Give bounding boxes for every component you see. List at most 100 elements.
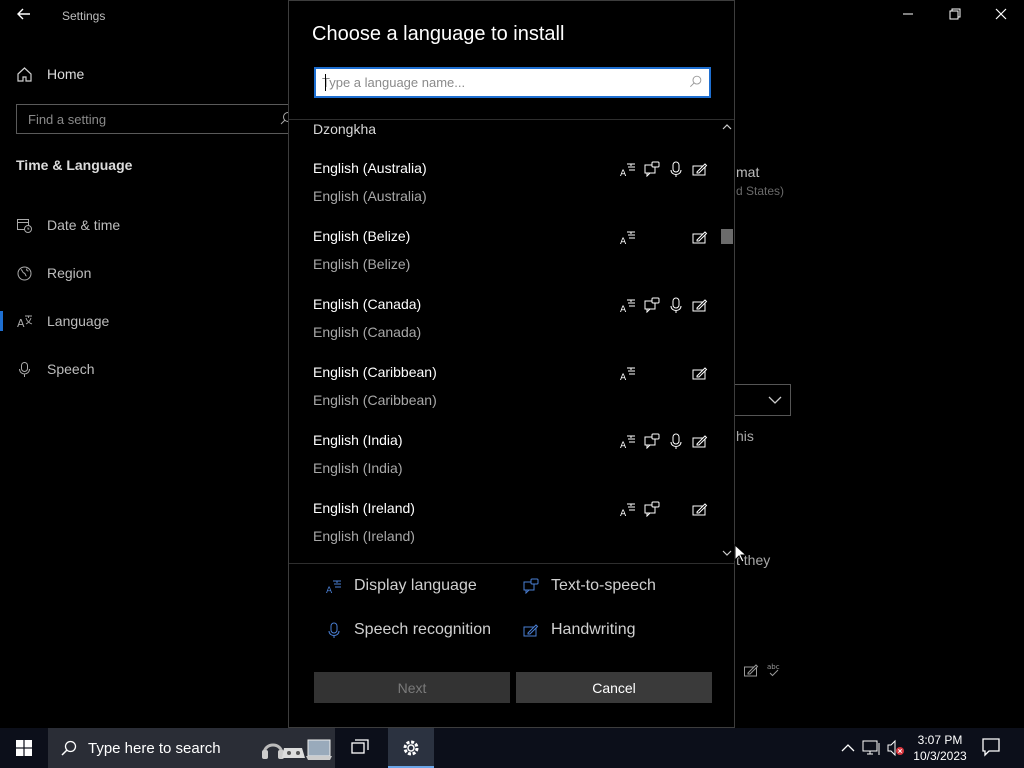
microphone-icon xyxy=(19,361,30,377)
chevron-up-icon xyxy=(841,744,855,752)
this-text-fragment: his xyxy=(736,428,754,444)
chevron-down-icon xyxy=(768,396,782,404)
window-title: Settings xyxy=(62,9,106,23)
find-setting-placeholder: Find a setting xyxy=(28,112,107,127)
text-caret xyxy=(325,74,326,91)
cancel-button[interactable]: Cancel xyxy=(516,672,712,703)
language-search-input[interactable] xyxy=(322,72,682,93)
speech-recognition-icon xyxy=(668,161,684,177)
gear-icon xyxy=(403,740,419,756)
text-to-speech-icon xyxy=(644,297,660,313)
legend-label: Text-to-speech xyxy=(551,577,656,594)
language-list[interactable]: Dzongkha English (Australia) English (Au… xyxy=(289,120,719,562)
legend-label: Speech recognition xyxy=(354,621,491,638)
svg-text:A: A xyxy=(620,169,627,177)
scrollbar-thumb[interactable] xyxy=(721,229,733,244)
language-item-english-australia[interactable]: English (Australia) English (Australia) … xyxy=(289,160,719,228)
language-item-english-caribbean[interactable]: English (Caribbean) English (Caribbean) … xyxy=(289,364,719,432)
network-icon xyxy=(862,740,880,755)
spellcheck-icon: abc xyxy=(767,663,780,677)
text-to-speech-icon xyxy=(644,161,660,177)
nav-item-speech[interactable]: Speech xyxy=(16,358,94,380)
task-view-button[interactable] xyxy=(340,728,380,768)
handwriting-icon xyxy=(692,501,708,517)
svg-text:A: A xyxy=(620,305,627,313)
scroll-up-icon[interactable] xyxy=(721,122,733,132)
language-english-name: English (Australia) xyxy=(313,188,427,204)
text-to-speech-icon xyxy=(644,501,660,517)
legend-speech-recognition: Speech recognition xyxy=(326,621,491,639)
volume-muted-icon xyxy=(887,739,904,757)
home-icon xyxy=(17,66,32,82)
next-button[interactable]: Next xyxy=(314,672,510,703)
nav-item-region[interactable]: Region xyxy=(16,262,91,284)
minimize-icon[interactable] xyxy=(893,4,923,28)
display-language-icon: A xyxy=(620,501,636,517)
show-hidden-icons-button[interactable] xyxy=(838,738,858,758)
handwriting-icon xyxy=(523,624,539,637)
back-arrow-icon[interactable] xyxy=(14,6,34,26)
legend-handwriting: Handwriting xyxy=(523,621,635,639)
svg-text:A: A xyxy=(326,586,333,594)
svg-text:A: A xyxy=(620,237,627,245)
home-nav-item[interactable]: Home xyxy=(16,63,84,85)
nav-item-date-time[interactable]: Date & time xyxy=(16,214,120,236)
find-setting-field[interactable]: Find a setting xyxy=(16,104,301,134)
svg-text:A: A xyxy=(620,509,627,517)
calendar-clock-icon xyxy=(17,218,32,233)
language-english-name: English (Canada) xyxy=(313,324,422,340)
task-view-icon xyxy=(351,739,369,754)
language-native-name: Dzongkha xyxy=(313,121,377,137)
language-list-scrollbar[interactable] xyxy=(719,120,735,562)
language-native-name: English (Canada) xyxy=(313,296,422,312)
mouse-cursor-icon xyxy=(734,544,748,563)
start-button[interactable] xyxy=(0,728,48,768)
search-icon[interactable] xyxy=(688,74,703,89)
language-item-english-canada[interactable]: English (Canada) English (Canada) A xyxy=(289,296,719,364)
region-text-fragment: d States) xyxy=(736,184,785,198)
windows-logo-icon xyxy=(16,740,32,756)
legend-display-language: A Display language xyxy=(326,577,477,595)
background-dropdown[interactable] xyxy=(735,384,791,416)
format-text-fragment: mat xyxy=(736,164,760,180)
language-item-english-india[interactable]: English (India) English (India) A xyxy=(289,432,719,500)
volume-tray-button[interactable] xyxy=(886,738,906,758)
handwriting-icon xyxy=(692,433,708,449)
nav-label-language: Language xyxy=(47,313,110,329)
display-language-icon: A xyxy=(620,161,636,177)
language-english-name: English (Belize) xyxy=(313,256,411,272)
action-center-button[interactable] xyxy=(980,736,1002,763)
handwriting-icon xyxy=(744,664,759,677)
close-icon[interactable] xyxy=(986,4,1016,28)
language-search-box[interactable] xyxy=(314,67,711,98)
svg-text:A: A xyxy=(17,317,25,330)
clock-area[interactable]: 3:07 PM 10/3/2023 xyxy=(905,732,975,764)
svg-text:A: A xyxy=(620,441,627,449)
display-language-icon: A xyxy=(620,229,636,245)
language-item-english-belize[interactable]: English (Belize) English (Belize) A xyxy=(289,228,719,296)
svg-text:abc: abc xyxy=(767,663,780,671)
handwriting-icon xyxy=(692,297,708,313)
language-item-english-ireland[interactable]: English (Ireland) English (Ireland) A xyxy=(289,500,719,562)
scroll-down-icon[interactable] xyxy=(721,548,733,558)
network-tray-button[interactable] xyxy=(862,738,882,758)
display-language-icon: A xyxy=(326,580,341,594)
language-english-name: English (Ireland) xyxy=(313,528,415,544)
display-language-icon: A xyxy=(620,433,636,449)
section-title: Time & Language xyxy=(16,157,133,173)
legend-text-to-speech: Text-to-speech xyxy=(523,577,656,595)
notification-icon xyxy=(982,738,1000,757)
taskbar-settings-app[interactable] xyxy=(388,728,434,768)
language-native-name: English (Ireland) xyxy=(313,500,415,516)
text-to-speech-icon xyxy=(523,578,539,594)
restore-icon[interactable] xyxy=(940,4,970,28)
speech-recognition-icon xyxy=(668,433,684,449)
language-native-name: English (Belize) xyxy=(313,228,411,244)
taskbar-search-box[interactable]: Type here to search xyxy=(48,728,335,768)
handwriting-icon xyxy=(692,229,708,245)
display-language-icon: A xyxy=(620,365,636,381)
nav-label-date-time: Date & time xyxy=(47,217,121,233)
nav-item-language[interactable]: A Language xyxy=(16,310,109,332)
divider xyxy=(289,563,734,564)
taskbar: Type here to search 3:07 PM 10/3/2023 xyxy=(0,728,1024,768)
